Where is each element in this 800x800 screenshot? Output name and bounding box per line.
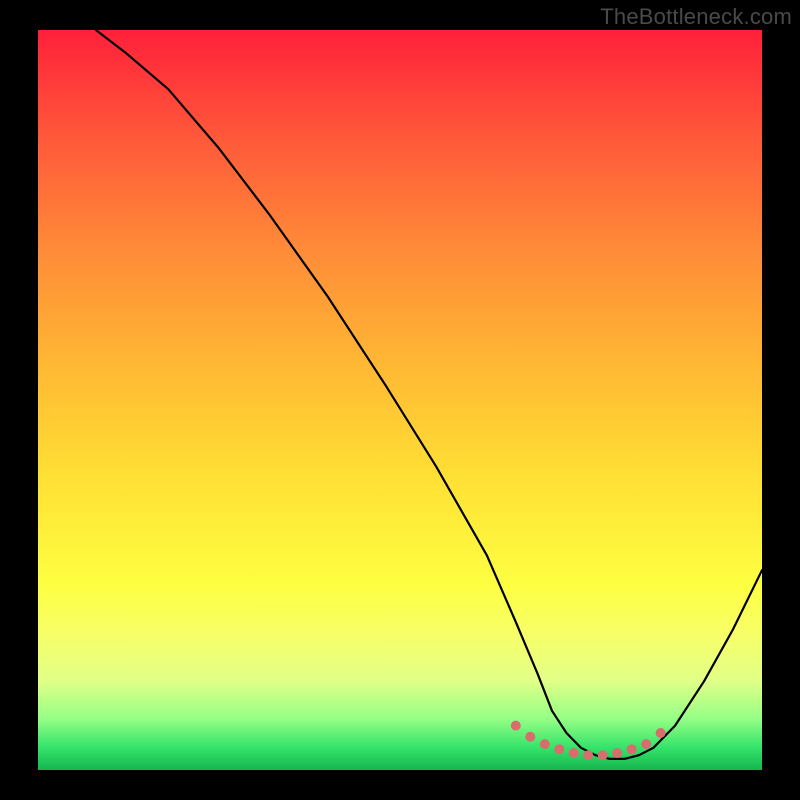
chart-frame: TheBottleneck.com: [0, 0, 800, 800]
chart-curve: [96, 30, 762, 759]
watermark-text: TheBottleneck.com: [600, 4, 792, 30]
chart-plot-area: [38, 30, 762, 770]
chart-svg: [38, 30, 762, 770]
